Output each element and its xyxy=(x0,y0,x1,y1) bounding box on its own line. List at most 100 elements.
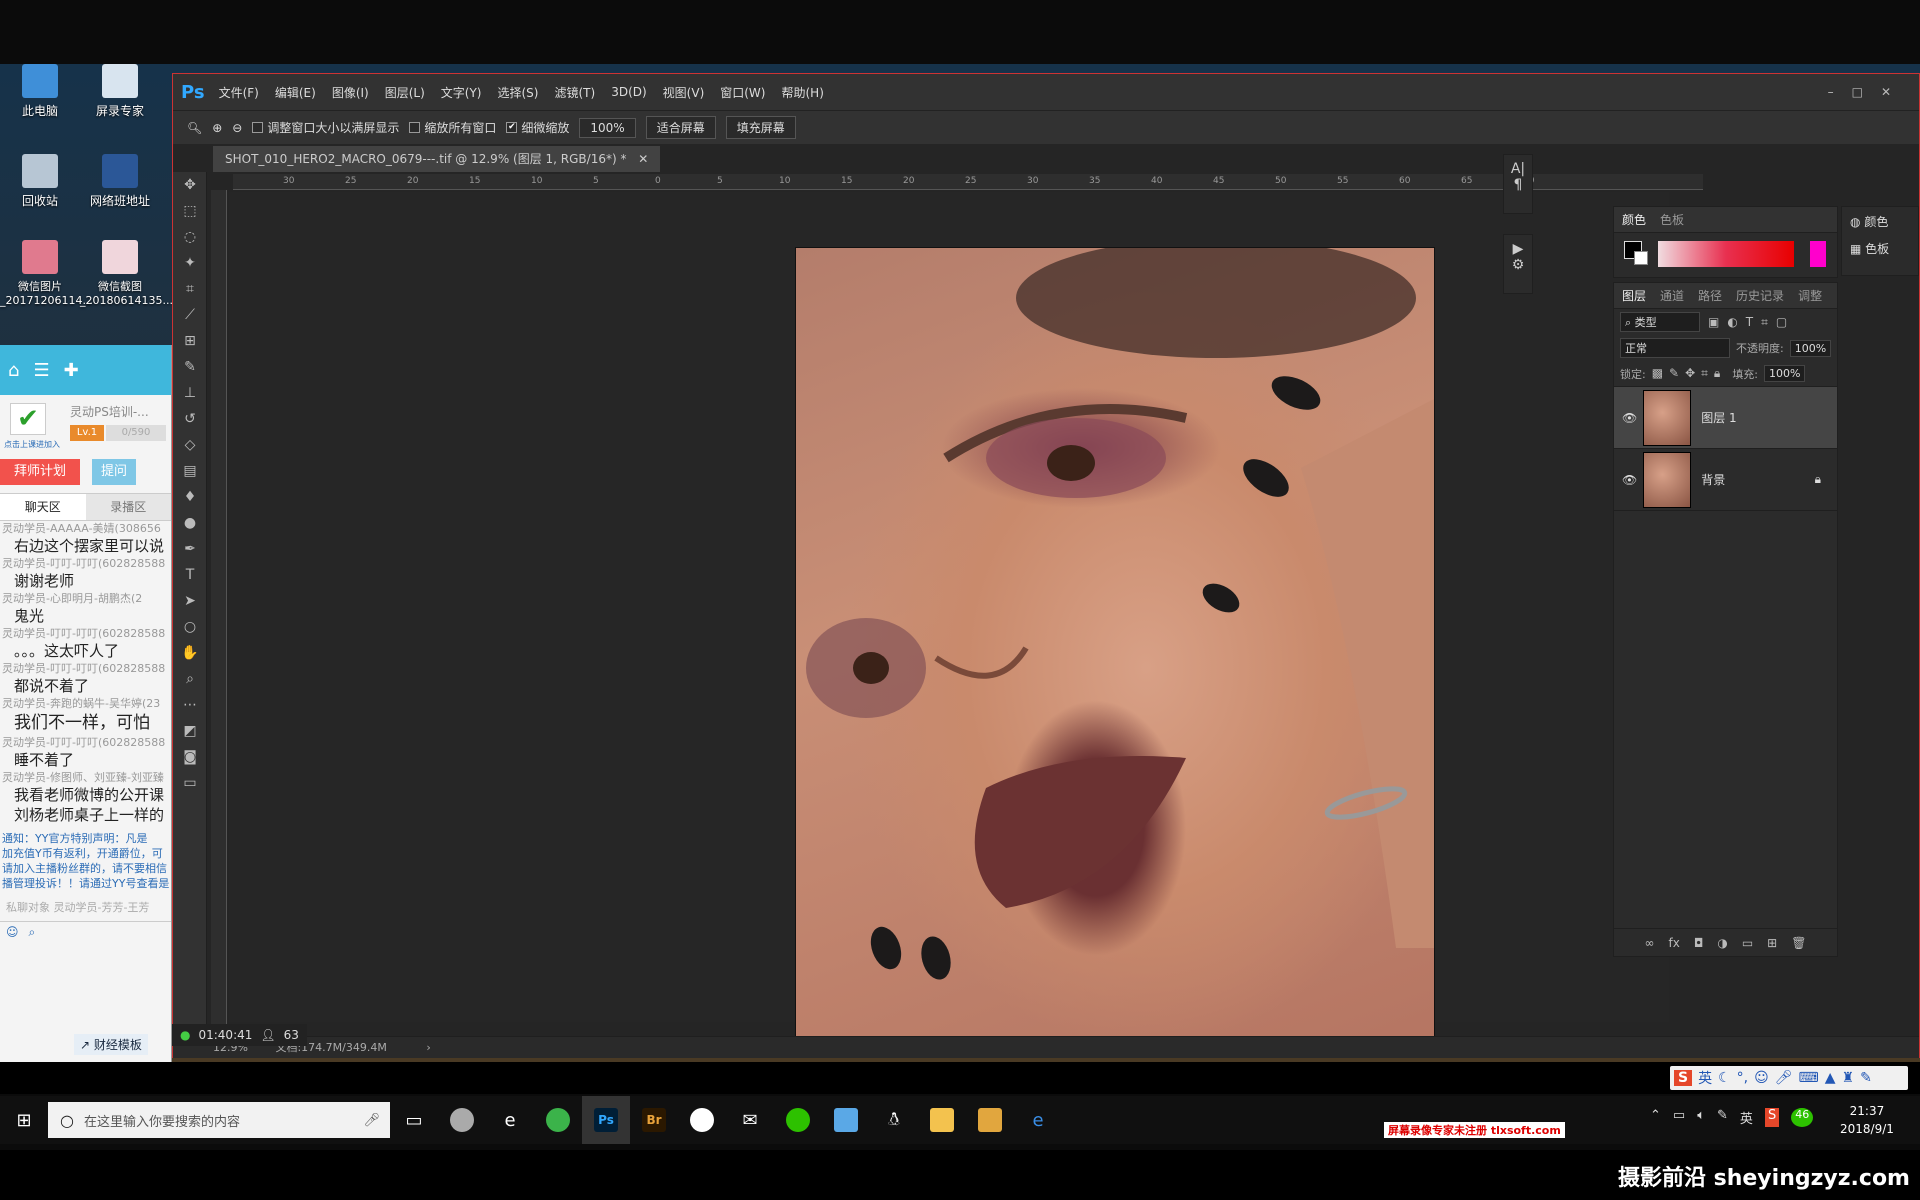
desktop-icon-this-pc[interactable]: 此电脑 xyxy=(0,64,80,119)
menu-layer[interactable]: 图层(L) xyxy=(385,84,425,101)
document-tab[interactable]: SHOT_010_HERO2_MACRO_0679---.tif @ 12.9%… xyxy=(213,146,661,172)
maximize-icon[interactable]: □ xyxy=(1852,85,1881,99)
desktop-icon-word[interactable]: 网络班地址 xyxy=(80,154,160,209)
color-ramp[interactable] xyxy=(1658,241,1794,267)
menu-filter[interactable]: 滤镜(T) xyxy=(554,84,595,101)
tab-record[interactable]: 录播区 xyxy=(86,494,172,520)
file-explorer-icon[interactable] xyxy=(918,1096,966,1144)
fx-icon[interactable]: fx xyxy=(1669,936,1680,950)
qq-icon[interactable]: 🐧︎ xyxy=(870,1096,918,1144)
tray-badge[interactable]: 46 xyxy=(1791,1108,1814,1127)
zoom-100-button[interactable]: 100% xyxy=(579,117,636,138)
ie-icon[interactable]: e xyxy=(486,1096,534,1144)
menu-edit[interactable]: 编辑(E) xyxy=(275,84,316,101)
eraser-icon[interactable]: ◇ xyxy=(173,432,207,458)
taskbar-search[interactable]: ○ 在这里输入你要搜索的内容 🎤︎ xyxy=(48,1102,390,1138)
layer-row-layer1[interactable]: 👁︎ 图层 1 xyxy=(1614,387,1837,449)
marquee-tool-icon[interactable]: ⬚ xyxy=(173,198,207,224)
layer-row-background[interactable]: 👁︎ 背景 🔒︎ xyxy=(1614,449,1837,511)
new-layer-icon[interactable]: ⊞ xyxy=(1767,936,1777,950)
mail-icon[interactable]: ✉ xyxy=(726,1096,774,1144)
gradient-tool-icon[interactable]: ▤ xyxy=(173,458,207,484)
baidu-netdisk-icon[interactable] xyxy=(678,1096,726,1144)
scrubby-zoom-checkbox[interactable]: ✔ 细微缩放 xyxy=(506,119,569,136)
tab-adjustments[interactable]: 调整 xyxy=(1798,287,1822,304)
opacity-input[interactable]: 100% xyxy=(1789,339,1832,357)
ime-lang[interactable]: 英 xyxy=(1698,1068,1712,1088)
smile-icon[interactable]: ☺ xyxy=(1754,1070,1769,1086)
healing-brush-icon[interactable]: ⊞ xyxy=(173,328,207,354)
task-view-icon[interactable]: ▭ xyxy=(390,1096,438,1144)
history-brush-icon[interactable]: ↺ xyxy=(173,406,207,432)
taskbar-item-finance[interactable]: ↗ 财经模板 xyxy=(74,1034,148,1055)
wrench-icon[interactable]: ✎ xyxy=(1860,1070,1872,1086)
hand-tool-icon[interactable]: ✋ xyxy=(173,640,207,666)
app-icon-green[interactable] xyxy=(534,1096,582,1144)
play-icon[interactable]: ▶ xyxy=(1504,241,1532,257)
status-arrow-icon[interactable]: › xyxy=(426,1041,430,1054)
zoom-in-icon[interactable]: ⊕ xyxy=(212,121,222,135)
clock[interactable]: 21:37 2018/9/1 xyxy=(1840,1102,1894,1138)
plan-button[interactable]: 拜师计划 xyxy=(0,459,80,485)
color-swatches-icon[interactable]: ◩ xyxy=(173,718,207,744)
desktop-icon-recorder[interactable]: 屏录专家 xyxy=(80,64,160,119)
ask-button[interactable]: 提问 xyxy=(92,459,136,485)
fit-screen-button[interactable]: 适合屏幕 xyxy=(645,116,716,139)
close-tab-icon[interactable]: ✕ xyxy=(638,152,648,166)
network-icon[interactable]: ▭ xyxy=(1673,1108,1685,1127)
portrait-photo[interactable] xyxy=(795,247,1435,1047)
canvas-area[interactable] xyxy=(229,192,1669,1047)
start-windows-icon[interactable]: ⊞ xyxy=(0,1096,48,1144)
trash-icon[interactable]: 🗑︎ xyxy=(1791,936,1806,950)
paragraph-icon[interactable]: ¶ xyxy=(1504,177,1532,193)
volume-icon[interactable]: 🔈︎ xyxy=(1697,1108,1705,1127)
edge-icon[interactable]: e xyxy=(1014,1096,1062,1144)
lasso-tool-icon[interactable]: ◌ xyxy=(173,224,207,250)
desktop-icon-wechat-image[interactable]: 微信图片_20171206114... xyxy=(0,240,93,307)
screen-mode-icon[interactable]: ▭ xyxy=(173,770,207,796)
home-icon[interactable]: ⌂ xyxy=(8,360,19,381)
folder-icon[interactable]: ▭ xyxy=(1742,936,1753,950)
gamepad-icon[interactable]: ✚ xyxy=(64,360,79,381)
search-icon[interactable]: ⌕ xyxy=(29,925,36,940)
background-color-swatch[interactable] xyxy=(1634,251,1648,265)
private-chat-target[interactable]: 私聊对象 灵动学员-芳芳-王芳 xyxy=(0,899,171,915)
pen-icon[interactable]: ✎ xyxy=(1717,1108,1728,1127)
menu-3d[interactable]: 3D(D) xyxy=(611,85,646,99)
link-icon[interactable]: ∞ xyxy=(1645,936,1655,950)
sogou-tray-icon[interactable]: S xyxy=(1764,1108,1780,1127)
keyboard-icon[interactable]: ⌨ xyxy=(1799,1070,1819,1086)
menu-image[interactable]: 图像(I) xyxy=(332,84,369,101)
checkin-icon[interactable]: ✔ xyxy=(10,403,46,435)
tab-chat[interactable]: 聊天区 xyxy=(0,494,86,520)
filter-icons[interactable]: ▣◐T⌗▢ xyxy=(1708,315,1795,330)
sogou-icon[interactable]: S xyxy=(1674,1070,1693,1086)
tab-color[interactable]: 颜色 xyxy=(1622,211,1646,228)
mask-icon[interactable]: ◘ xyxy=(1694,936,1704,950)
menu-window[interactable]: 窗口(W) xyxy=(720,84,765,101)
tab-channels[interactable]: 通道 xyxy=(1660,287,1684,304)
desktop-icon-wechat-screenshot[interactable]: 微信截图_20180614135... xyxy=(80,240,173,307)
mic-icon[interactable]: 🎤︎ xyxy=(1775,1070,1793,1086)
character-icon[interactable]: A| xyxy=(1504,161,1532,177)
side-panel-swatches[interactable]: ▦ 色板 xyxy=(1842,230,1918,257)
layer-filter-select[interactable]: ⌕ 类型 xyxy=(1620,312,1700,332)
eye-icon[interactable]: 👁︎ xyxy=(1622,411,1637,425)
lock-icons[interactable]: ▩✎✥⌗🔒︎ xyxy=(1652,366,1727,381)
ellipse-tool-icon[interactable]: ○ xyxy=(173,614,207,640)
blur-tool-icon[interactable]: ♦ xyxy=(173,484,207,510)
path-select-icon[interactable]: ➤ xyxy=(173,588,207,614)
quick-mask-icon[interactable]: ◙ xyxy=(173,744,207,770)
shirt-icon[interactable]: ♜ xyxy=(1842,1070,1855,1086)
crop-tool-icon[interactable]: ⌗ xyxy=(173,276,207,302)
fill-screen-button[interactable]: 填充屏幕 xyxy=(725,116,796,139)
chevron-up-icon[interactable]: ⌃ xyxy=(1650,1108,1661,1127)
magic-wand-icon[interactable]: ✦ xyxy=(173,250,207,276)
tab-paths[interactable]: 路径 xyxy=(1698,287,1722,304)
desktop-icon-recycle-bin[interactable]: 回收站 xyxy=(0,154,80,209)
menu-type[interactable]: 文字(Y) xyxy=(441,84,482,101)
zoom-tool-icon[interactable]: ⌕ xyxy=(173,666,207,692)
bridge-icon[interactable]: Br xyxy=(630,1096,678,1144)
blend-mode-select[interactable]: 正常 xyxy=(1620,338,1730,358)
resize-windows-checkbox[interactable]: 调整窗口大小以满屏显示 xyxy=(252,119,399,136)
